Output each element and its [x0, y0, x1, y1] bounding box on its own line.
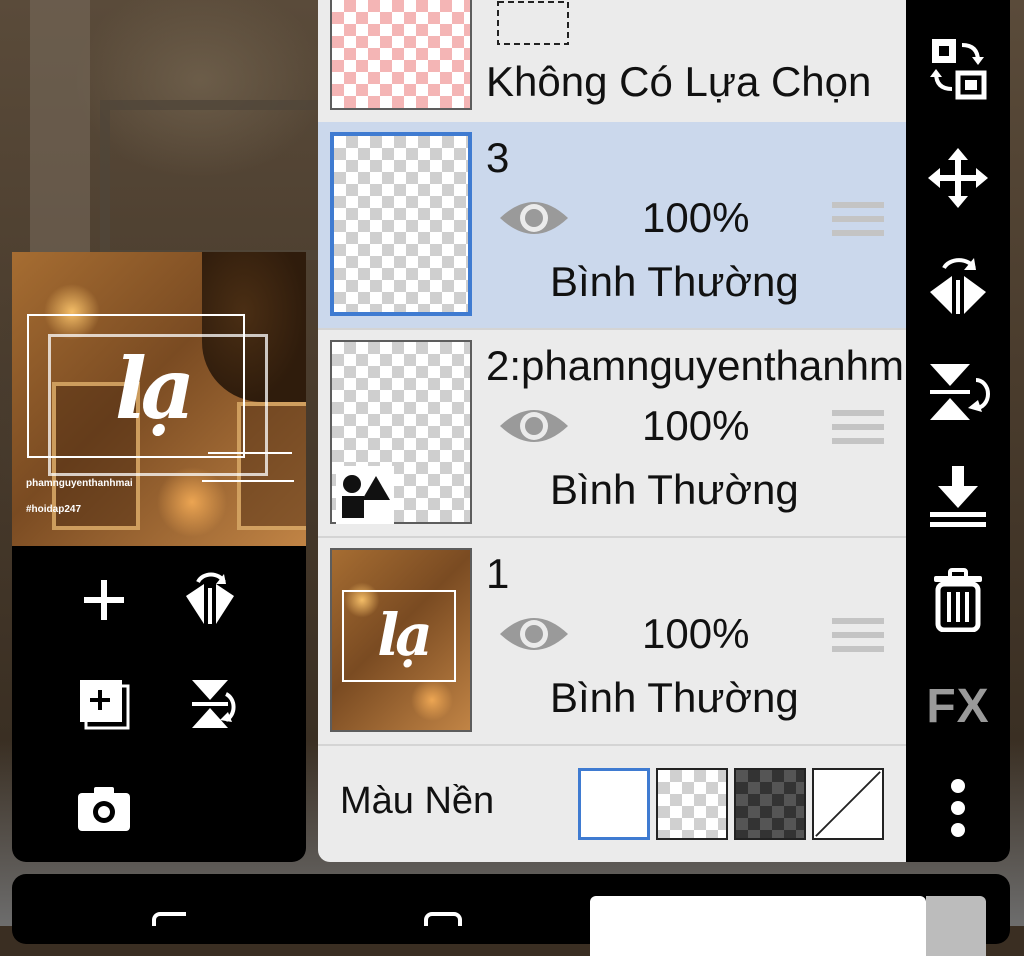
duplicate-layer-icon	[80, 680, 130, 730]
flip-vertical-icon	[192, 680, 236, 728]
canvas-pillar	[30, 0, 90, 260]
layer-name: Không Có Lựa Chọn	[486, 58, 872, 105]
selection-layer-row[interactable]: Không Có Lựa Chọn	[318, 0, 906, 124]
move-button[interactable]	[922, 142, 994, 214]
layer-row[interactable]: 3 100% Bình Thường	[318, 122, 906, 330]
background-color-row: Màu Nền	[318, 748, 906, 848]
layer-opacity[interactable]: 100%	[642, 402, 749, 450]
background-swatch-transparent-light[interactable]	[656, 768, 728, 840]
background-swatch-none[interactable]	[812, 768, 884, 840]
selection-swap-icon	[930, 39, 987, 100]
fx-button[interactable]: FX	[922, 670, 994, 742]
bottom-tool-icon[interactable]	[424, 912, 462, 926]
selection-marquee-icon	[497, 1, 569, 45]
layer-opacity[interactable]: 100%	[642, 194, 749, 242]
add-layer-button[interactable]	[72, 568, 136, 632]
left-tool-panel	[12, 546, 306, 862]
layers-panel: Không Có Lựa Chọn 3 100% Bình Thường 2:p…	[318, 0, 906, 862]
flip-horizontal-button[interactable]	[178, 568, 242, 632]
thumb-logo-text: lạ	[377, 601, 433, 669]
preview-line	[208, 452, 292, 454]
flip-vertical-icon	[930, 364, 990, 420]
delete-layer-button[interactable]	[922, 564, 994, 636]
selection-swap-button[interactable]	[922, 32, 994, 104]
trash-icon	[934, 568, 982, 632]
preview-caption-name: phamnguyenthanhmai	[26, 478, 133, 489]
preview-caption-hashtag: #hoidap247	[26, 504, 82, 515]
layer-name: 3	[486, 134, 510, 181]
vector-layer-icon	[336, 466, 394, 524]
background-swatch-white[interactable]	[578, 768, 650, 840]
layer-row[interactable]: 2:phamnguyenthanhmai 100% Bình Thường	[318, 330, 906, 538]
layer-blend-mode[interactable]: Bình Thường	[550, 258, 799, 306]
preview-logo-text: lạ	[114, 339, 195, 438]
bottom-value-field[interactable]	[590, 896, 926, 956]
add-layer-icon	[84, 580, 124, 620]
eye-icon[interactable]	[498, 194, 570, 242]
preview-line	[202, 480, 294, 482]
drag-handle-icon[interactable]	[832, 202, 884, 242]
layer-thumbnail	[330, 0, 472, 110]
camera-button[interactable]	[72, 776, 136, 840]
merge-down-button[interactable]	[922, 460, 994, 532]
bottom-bar	[12, 874, 1010, 956]
more-icon	[951, 779, 965, 837]
right-toolbar: FX	[906, 0, 1010, 862]
layer-row[interactable]: lạ 1 100% Bình Thường	[318, 538, 906, 746]
layer-blend-mode[interactable]: Bình Thường	[550, 466, 799, 514]
background-swatch-transparent-dark[interactable]	[734, 768, 806, 840]
layer-thumbnail	[330, 132, 472, 316]
layer-thumbnail: lạ	[330, 548, 472, 732]
eye-icon[interactable]	[498, 402, 570, 450]
layer-thumbnail	[330, 340, 472, 524]
move-icon	[928, 148, 988, 208]
fx-label: FX	[926, 679, 990, 733]
layer-blend-mode[interactable]: Bình Thường	[550, 674, 799, 722]
flip-horizontal-button[interactable]	[922, 250, 994, 322]
flip-horizontal-icon	[930, 258, 986, 314]
canvas-frame	[100, 100, 340, 260]
layer-opacity[interactable]: 100%	[642, 610, 749, 658]
merge-down-icon	[930, 466, 986, 527]
camera-icon	[78, 787, 130, 831]
drag-handle-icon[interactable]	[832, 410, 884, 450]
layer-name: 2:phamnguyenthanhmai	[486, 342, 904, 389]
bottom-tool-icon[interactable]	[152, 912, 186, 926]
canvas-preview[interactable]: lạ phamnguyenthanhmai #hoidap247	[12, 252, 306, 546]
flip-vertical-button[interactable]	[178, 672, 242, 736]
duplicate-layer-button[interactable]	[72, 672, 136, 736]
layer-name: 1	[486, 550, 510, 597]
flip-horizontal-icon	[186, 572, 234, 624]
flip-vertical-button[interactable]	[922, 356, 994, 428]
bottom-value-stub[interactable]	[926, 896, 986, 956]
eye-icon[interactable]	[498, 610, 570, 658]
drag-handle-icon[interactable]	[832, 618, 884, 658]
more-options-button[interactable]	[922, 772, 994, 844]
background-color-label: Màu Nền	[340, 780, 495, 822]
